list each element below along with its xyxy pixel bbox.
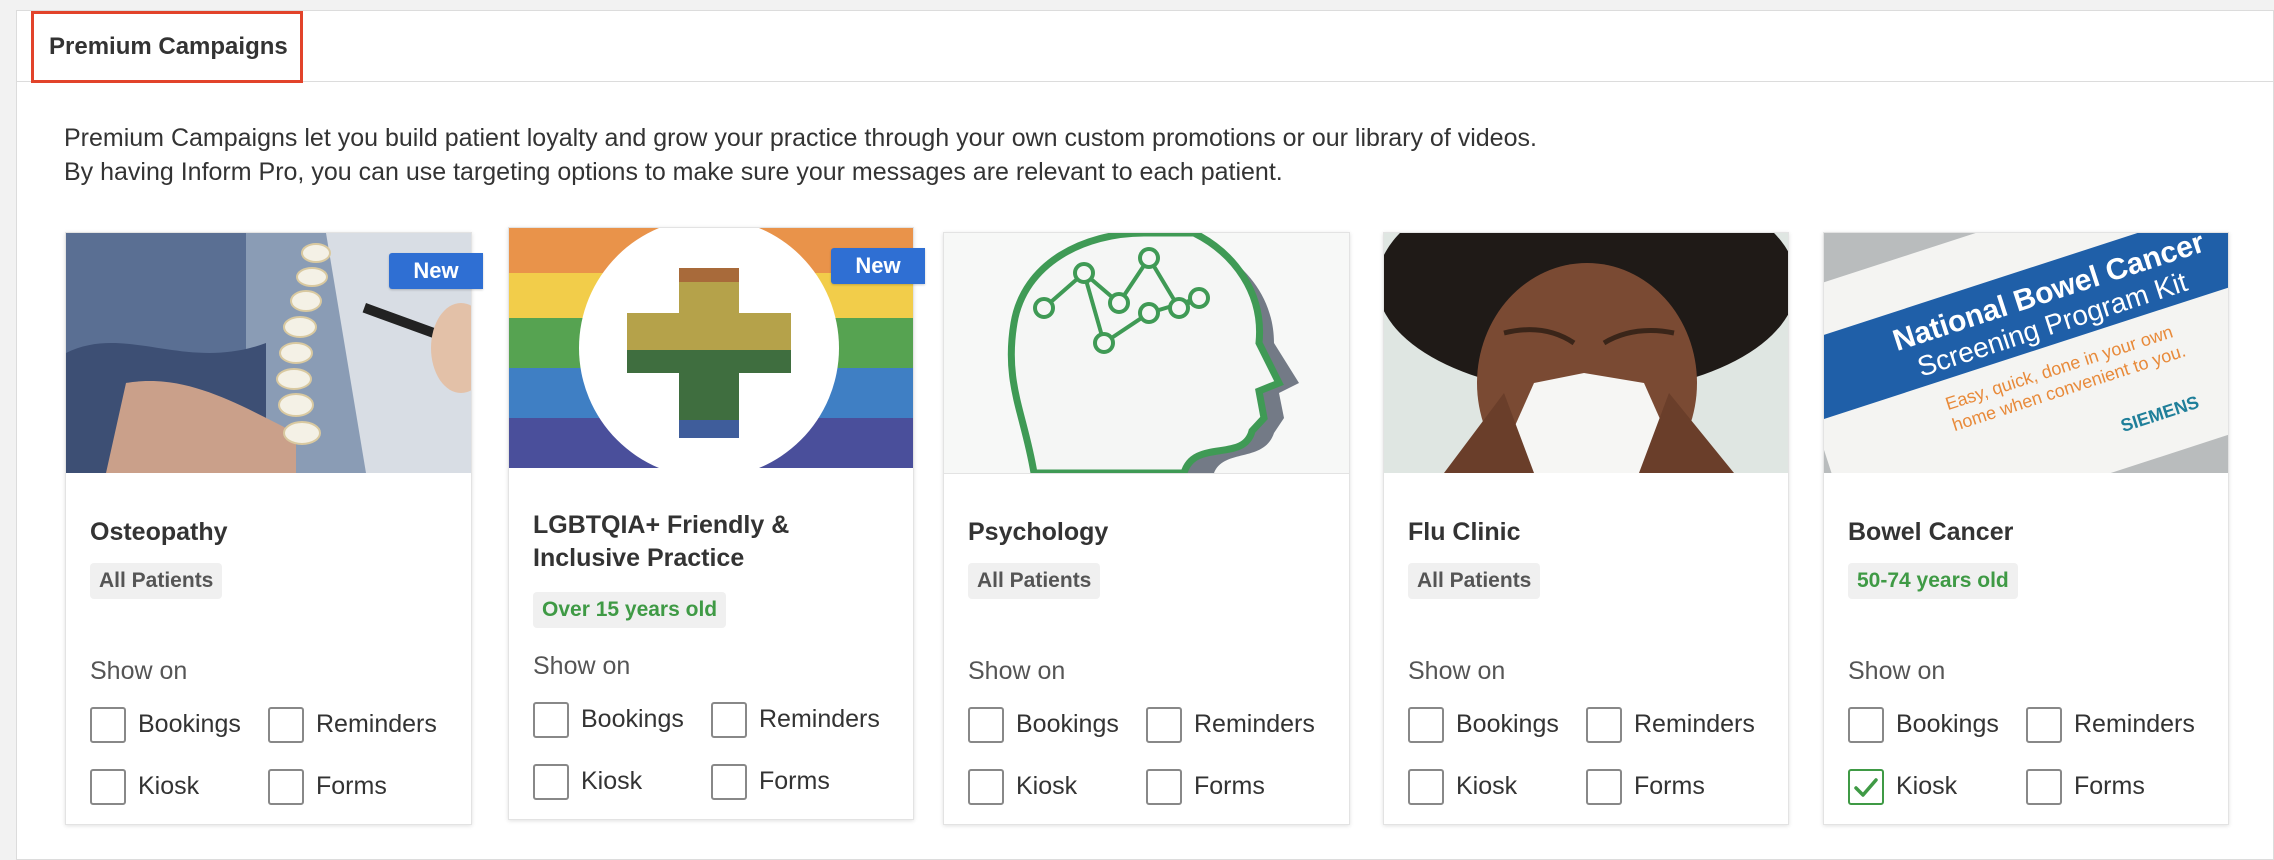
checkbox-label: Kiosk: [1456, 772, 1518, 800]
checkbox-label: Kiosk: [1016, 772, 1078, 800]
checkbox-box[interactable]: [1408, 769, 1444, 805]
show-on-label: Show on: [1848, 657, 1946, 685]
audience-tag: All Patients: [968, 563, 1101, 599]
show-on-label: Show on: [1408, 657, 1506, 685]
checkbox-label: Forms: [2074, 772, 2145, 800]
campaign-card-flu-clinic[interactable]: Flu Clinic All Patients Show on Bookings…: [1383, 232, 1789, 825]
checkbox-box[interactable]: [2026, 769, 2062, 805]
checkbox-label: Forms: [316, 772, 387, 800]
premium-campaigns-panel: Premium Campaigns Premium Campaigns let …: [16, 10, 2274, 860]
sneezing-person-photo: [1384, 233, 1788, 473]
checkbox-box[interactable]: [2026, 707, 2062, 743]
checkbox-label: Bookings: [1456, 710, 1559, 738]
checkbox-label: Bookings: [138, 710, 241, 738]
audience-tag: All Patients: [90, 563, 223, 599]
checkbox-label: Bookings: [1016, 710, 1119, 738]
checkbox-label: Reminders: [316, 710, 437, 738]
panel-description: By having Inform Pro, you can use target…: [64, 158, 1283, 186]
checkbox-box[interactable]: [1848, 769, 1884, 805]
show-on-label: Show on: [90, 657, 188, 685]
checkbox-box[interactable]: [711, 764, 747, 800]
campaign-card-psychology[interactable]: Psychology All Patients Show on Bookings…: [943, 232, 1350, 825]
checkbox-box[interactable]: [1146, 769, 1182, 805]
checkbox-box[interactable]: [1408, 707, 1444, 743]
checkbox-box[interactable]: [968, 769, 1004, 805]
panel-description: Premium Campaigns let you build patient …: [64, 124, 1537, 152]
checkbox-box[interactable]: [533, 702, 569, 738]
checkbox-box[interactable]: [1586, 769, 1622, 805]
checkbox-box[interactable]: [90, 707, 126, 743]
checkbox-box[interactable]: [533, 764, 569, 800]
checkbox-label: Reminders: [1194, 710, 1315, 738]
campaign-title: Psychology: [968, 518, 1109, 546]
checkbox-label: Forms: [759, 767, 830, 795]
checkbox-box[interactable]: [90, 769, 126, 805]
head-network-graphic: [944, 233, 1349, 474]
audience-tag: 50-74 years old: [1848, 563, 2018, 599]
checkbox-box[interactable]: [1146, 707, 1182, 743]
checkbox-label: Kiosk: [581, 767, 643, 795]
checkbox-box[interactable]: [968, 707, 1004, 743]
audience-tag: All Patients: [1408, 563, 1541, 599]
checkbox-label: Kiosk: [1896, 772, 1958, 800]
checkbox-label: Bookings: [581, 705, 684, 733]
campaign-title: Flu Clinic: [1408, 518, 1521, 546]
checkbox-label: Bookings: [1896, 710, 1999, 738]
checkbox-box[interactable]: [711, 702, 747, 738]
new-badge: New: [831, 248, 925, 284]
panel-title: Premium Campaigns: [31, 11, 303, 83]
panel-header: Premium Campaigns: [17, 11, 2273, 83]
screening-kit-photo: National Bowel Cancer Screening Program …: [1824, 233, 2228, 473]
checkbox-box[interactable]: [1586, 707, 1622, 743]
audience-tag: Over 15 years old: [533, 592, 727, 628]
checkbox-box[interactable]: [1848, 707, 1884, 743]
campaign-card-lgbtqia[interactable]: New LGBTQIA+ Friendly & Inclusive Practi…: [508, 227, 925, 820]
campaign-card-bowel-cancer[interactable]: National Bowel Cancer Screening Program …: [1823, 232, 2229, 825]
checkbox-box[interactable]: [268, 769, 304, 805]
checkbox-label: Forms: [1634, 772, 1705, 800]
checkbox-label: Reminders: [1634, 710, 1755, 738]
show-on-label: Show on: [968, 657, 1066, 685]
campaign-card-osteopathy[interactable]: New Osteopathy All Patients Show on Book…: [65, 232, 483, 825]
campaign-title: LGBTQIA+ Friendly &: [533, 511, 790, 539]
campaign-title: Osteopathy: [90, 518, 228, 546]
checkbox-label: Reminders: [2074, 710, 2195, 738]
new-badge: New: [389, 253, 483, 289]
campaign-title: Inclusive Practice: [533, 544, 745, 572]
show-on-label: Show on: [533, 652, 631, 680]
check-icon: [1854, 778, 1878, 797]
checkbox-box[interactable]: [268, 707, 304, 743]
checkbox-label: Kiosk: [138, 772, 200, 800]
checkbox-label: Reminders: [759, 705, 880, 733]
campaign-title: Bowel Cancer: [1848, 518, 2014, 546]
checkbox-label: Forms: [1194, 772, 1265, 800]
